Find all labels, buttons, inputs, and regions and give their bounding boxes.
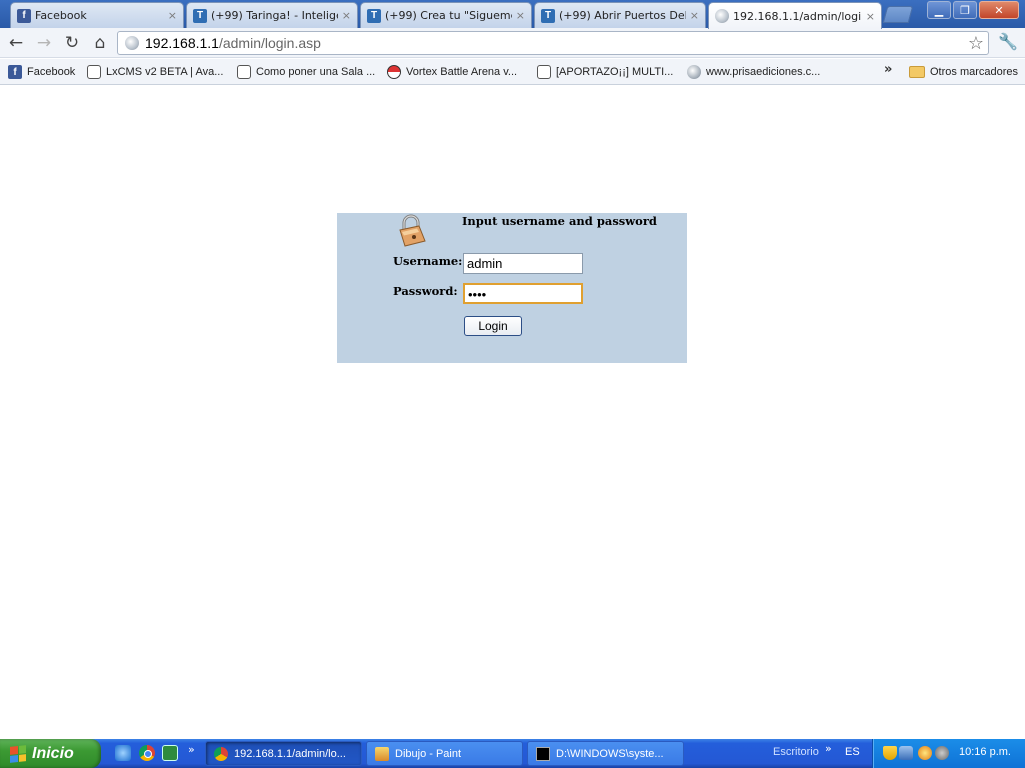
browser-toolbar: ← → ↻ ⌂ 192.168.1.1/admin/login.asp ☆ 🔧 <box>0 28 1025 58</box>
network-icon[interactable] <box>899 746 913 760</box>
globe-icon <box>715 9 729 23</box>
url-path: /admin/login.asp <box>218 35 321 51</box>
password-label: Password: <box>393 284 458 298</box>
tab-label: Facebook <box>35 9 87 22</box>
taskbar: Inicio » 192.168.1.1/admin/lo... Dibujo … <box>0 739 1025 768</box>
excel-icon[interactable] <box>162 745 178 761</box>
other-bookmarks[interactable]: Otros marcadores <box>909 63 1018 81</box>
login-panel: Input username and password Username: ad… <box>337 213 687 363</box>
tab-sigueme[interactable]: T (+99) Crea tu "Sigueme" - × <box>360 2 532 28</box>
start-button[interactable]: Inicio <box>0 739 101 768</box>
puzzle-icon <box>537 65 551 79</box>
bookmark-label: [APORTAZO¡¡] MULTI... <box>556 66 674 78</box>
bookmark-facebook[interactable]: f Facebook <box>8 63 75 81</box>
task-chrome-window[interactable]: 192.168.1.1/admin/lo... <box>205 741 362 766</box>
bookmark-label: LxCMS v2 BETA | Ava... <box>106 66 224 78</box>
task-label: 192.168.1.1/admin/lo... <box>234 747 346 760</box>
globe-icon <box>125 36 139 50</box>
screen: f Facebook × T (+99) Taringa! - Intelige… <box>0 0 1025 768</box>
tab-label: (+99) Abrir Puertos Del R <box>559 9 686 22</box>
bookmark-label: Como poner una Sala ... <box>256 66 376 78</box>
bookmark-star-icon[interactable]: ☆ <box>968 33 984 54</box>
taringa-icon: T <box>541 8 555 23</box>
username-label: Username: <box>393 254 463 268</box>
taringa-icon: T <box>367 8 381 23</box>
home-icon[interactable]: ⌂ <box>89 32 111 54</box>
tab-facebook[interactable]: f Facebook × <box>10 2 184 28</box>
back-arrow-icon[interactable]: ← <box>5 32 27 54</box>
tab-taringa[interactable]: T (+99) Taringa! - Inteligenc × <box>186 2 358 28</box>
task-label: D:\WINDOWS\syste... <box>556 747 664 760</box>
bookmark-label: www.prisaediciones.c... <box>706 66 821 78</box>
language-indicator[interactable]: ES <box>845 746 860 758</box>
start-label: Inicio <box>32 744 74 762</box>
tab-label: 192.168.1.1/admin/login.a <box>733 9 862 23</box>
tab-label: (+99) Crea tu "Sigueme" - <box>385 9 512 22</box>
desktop-toolbar-label[interactable]: Escritorio <box>773 746 819 758</box>
forward-arrow-icon[interactable]: → <box>33 32 55 54</box>
cmd-icon <box>536 746 550 761</box>
restore-button[interactable]: ❐ <box>953 1 977 19</box>
task-cmd-window[interactable]: D:\WINDOWS\syste... <box>527 741 684 766</box>
bookmark-prisaediciones[interactable]: www.prisaediciones.c... <box>687 63 820 81</box>
reload-icon[interactable]: ↻ <box>61 32 83 54</box>
bookmark-aportazo[interactable]: [APORTAZO¡¡] MULTI... <box>537 63 673 81</box>
login-button[interactable]: Login <box>464 316 522 336</box>
internet-explorer-icon[interactable] <box>115 745 131 761</box>
folder-icon <box>909 66 925 78</box>
facebook-icon: f <box>17 8 31 23</box>
windows-flag-icon <box>10 744 26 763</box>
padlock-icon <box>399 214 426 247</box>
clock[interactable]: 10:16 p.m. <box>959 746 1011 758</box>
facebook-icon: f <box>8 65 22 79</box>
volume-icon[interactable] <box>935 746 949 760</box>
bookmarks-overflow-chevron-icon[interactable]: » <box>884 62 892 77</box>
tab-close-icon[interactable]: × <box>516 9 525 22</box>
url-host: 192.168.1.1 <box>145 35 219 51</box>
address-url[interactable]: 192.168.1.1/admin/login.asp <box>145 35 321 51</box>
tab-abrir-puertos[interactable]: T (+99) Abrir Puertos Del R × <box>534 2 706 28</box>
tab-close-icon[interactable]: × <box>342 9 351 22</box>
bookmark-vortex[interactable]: Vortex Battle Arena v... <box>387 63 517 81</box>
system-tray: 10:16 p.m. <box>872 739 1025 768</box>
bookmark-label: Vortex Battle Arena v... <box>406 66 518 78</box>
page-content: Input username and password Username: ad… <box>0 86 1025 739</box>
bookmarks-bar: f Facebook LxCMS v2 BETA | Ava... Como p… <box>0 59 1025 85</box>
tab-strip: f Facebook × T (+99) Taringa! - Intelige… <box>0 0 1025 29</box>
desktop-toolbar-chevron-icon[interactable]: » <box>825 742 832 755</box>
close-window-button[interactable]: ✕ <box>979 1 1019 19</box>
tab-close-icon[interactable]: × <box>690 9 699 22</box>
wrench-icon[interactable]: 🔧 <box>998 32 1018 51</box>
minimize-button[interactable]: ▁ <box>927 1 951 19</box>
bookmark-lxcms[interactable]: LxCMS v2 BETA | Ava... <box>87 63 223 81</box>
paint-icon <box>375 746 389 761</box>
tab-router-login[interactable]: 192.168.1.1/admin/login.a × <box>708 2 882 29</box>
puzzle-icon <box>237 65 251 79</box>
security-shield-icon[interactable] <box>883 746 897 760</box>
globe-icon <box>687 65 701 79</box>
chrome-icon <box>214 746 228 761</box>
login-heading: Input username and password <box>462 214 657 228</box>
username-field[interactable]: admin <box>463 253 583 274</box>
password-field[interactable]: •••• <box>463 283 583 304</box>
task-paint-window[interactable]: Dibujo - Paint <box>366 741 523 766</box>
pokeball-icon <box>387 65 401 79</box>
bookmark-sala[interactable]: Como poner una Sala ... <box>237 63 375 81</box>
antivirus-icon[interactable] <box>918 746 932 760</box>
quicklaunch-overflow-chevron-icon[interactable]: » <box>188 743 195 756</box>
tab-close-icon[interactable]: × <box>866 10 875 23</box>
address-bar[interactable]: 192.168.1.1/admin/login.asp ☆ <box>117 31 989 55</box>
chrome-icon[interactable] <box>139 745 155 761</box>
bookmark-label: Facebook <box>27 66 76 78</box>
tab-close-icon[interactable]: × <box>168 9 177 22</box>
task-label: Dibujo - Paint <box>395 747 462 760</box>
new-tab-button[interactable] <box>882 6 914 23</box>
taringa-icon: T <box>193 8 207 23</box>
tab-label: (+99) Taringa! - Inteligenc <box>211 9 338 22</box>
other-bookmarks-label: Otros marcadores <box>930 66 1019 78</box>
puzzle-icon <box>87 65 101 79</box>
